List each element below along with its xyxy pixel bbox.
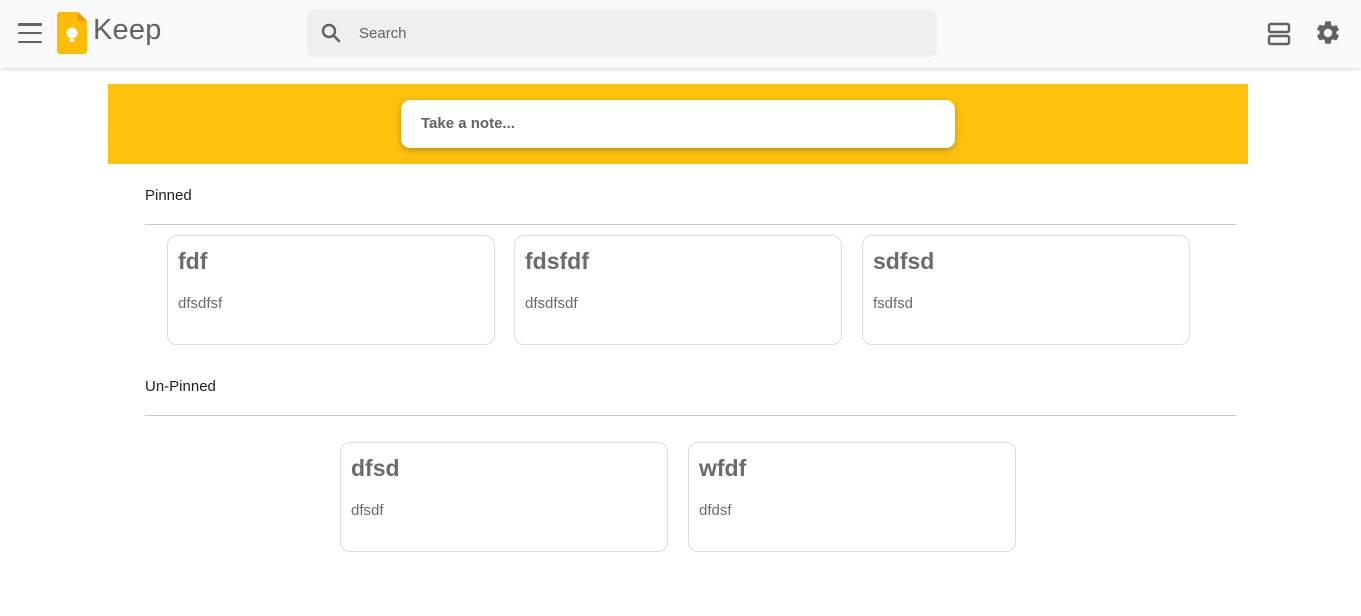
app-name[interactable]: Keep [93,14,162,47]
search-bar[interactable] [307,9,937,57]
note-body: fsdfsd [873,295,914,312]
menu-icon-bar [18,23,42,26]
note-title: fdsfdf [525,248,589,274]
note-body: dfdsf [699,502,732,519]
settings-icon[interactable] [1314,19,1342,47]
menu-icon-bar [18,31,42,35]
note-card[interactable]: wfdf dfdsf [688,442,1016,552]
search-icon[interactable] [319,21,343,45]
note-card[interactable]: sdfsd fsdfsd [862,235,1190,345]
note-body: dfsdf [351,502,384,519]
main-menu-button[interactable] [14,20,46,46]
list-view-icon[interactable] [1265,20,1293,48]
note-title: fdf [178,248,208,274]
unpinned-divider [145,415,1236,416]
menu-icon-bar [18,40,42,43]
note-body: dfsdfsdf [525,295,578,312]
note-title: wfdf [699,455,747,481]
take-a-note-input[interactable]: Take a note... [401,100,955,148]
note-title: sdfsd [873,248,935,274]
keep-logo-icon [57,12,87,54]
note-title: dfsd [351,455,400,481]
pinned-section-title: Pinned [145,187,192,204]
unpinned-section-title: Un-Pinned [145,378,216,395]
search-input[interactable] [359,19,919,47]
note-card[interactable]: fdsfdf dfsdfsdf [514,235,842,345]
note-composer-band: Take a note... [108,84,1248,164]
app-header: Keep [0,0,1361,68]
pinned-divider [145,224,1236,225]
note-body: dfsdfsf [178,295,223,312]
note-card[interactable]: dfsd dfsdf [340,442,668,552]
note-card[interactable]: fdf dfsdfsf [167,235,495,345]
